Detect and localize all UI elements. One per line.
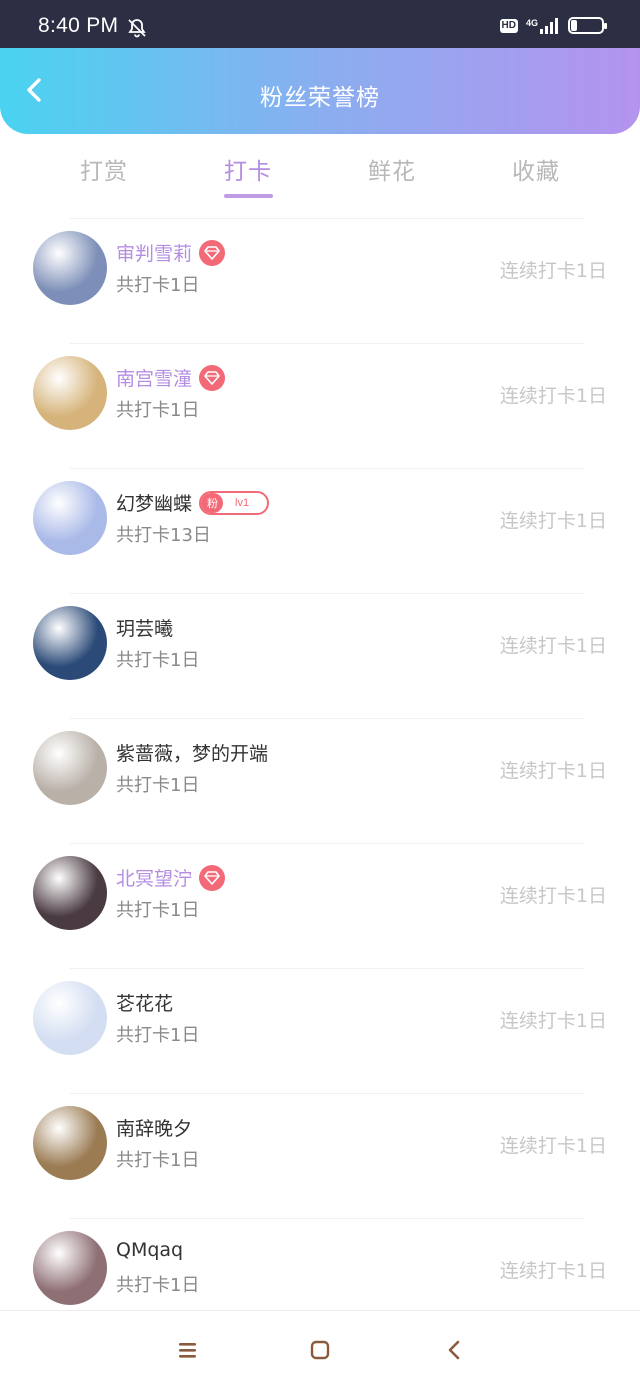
hd-badge: HD bbox=[499, 18, 518, 33]
row-divider bbox=[70, 1218, 584, 1219]
home-icon bbox=[310, 1340, 330, 1360]
system-back-button[interactable] bbox=[442, 1339, 466, 1361]
total-checkin-days: 共打卡1日 bbox=[116, 400, 200, 421]
row-divider bbox=[70, 343, 584, 344]
total-checkin-days: 共打卡1日 bbox=[116, 1025, 200, 1046]
list-item[interactable]: 北冥望泞共打卡1日 连续打卡1日 bbox=[0, 839, 640, 964]
row-divider bbox=[70, 468, 584, 469]
tab-bar: 打赏 打卡 鲜花 收藏 bbox=[0, 134, 640, 210]
page-title: 粉丝荣誉榜 bbox=[260, 85, 380, 111]
fan-name-text: 南辞晚夕 bbox=[116, 1118, 193, 1140]
fan-name: 玥芸曦 bbox=[116, 614, 173, 641]
total-checkin-days: 共打卡1日 bbox=[116, 1150, 200, 1171]
fan-name: 北冥望泞 bbox=[116, 864, 226, 891]
avatar[interactable] bbox=[33, 1231, 107, 1305]
home-button[interactable] bbox=[308, 1339, 332, 1361]
row-divider bbox=[70, 1093, 584, 1094]
total-checkin-days: 共打卡13日 bbox=[116, 525, 211, 546]
fan-name: 南辞晚夕 bbox=[116, 1114, 192, 1141]
avatar[interactable] bbox=[33, 731, 107, 805]
fan-name: 审判雪莉 bbox=[116, 239, 226, 266]
avatar[interactable] bbox=[33, 856, 107, 930]
tab-flowers[interactable]: 鲜花 bbox=[332, 152, 452, 186]
menu-button[interactable] bbox=[176, 1339, 200, 1361]
fan-name-text: 幻梦幽蝶 bbox=[116, 493, 193, 515]
diamond-icon bbox=[199, 864, 226, 891]
avatar[interactable] bbox=[33, 606, 107, 680]
battery-level: 19 bbox=[579, 19, 593, 32]
fan-badge-tag: 粉 bbox=[201, 492, 224, 513]
tab-checkin[interactable]: 打卡 bbox=[188, 152, 308, 186]
network-label: 4G bbox=[525, 17, 538, 28]
battery-fill bbox=[571, 20, 578, 31]
fan-name-text: QMqaq bbox=[116, 1239, 184, 1261]
list-item[interactable]: 南辞晚夕共打卡1日 连续打卡1日 bbox=[0, 1089, 640, 1214]
fan-name: QMqaq bbox=[116, 1239, 183, 1261]
fan-name: 幻梦幽蝶粉 lv1 bbox=[116, 489, 270, 516]
system-nav-bar bbox=[0, 1310, 640, 1387]
streak-checkin-days: 连续打卡1日 bbox=[499, 760, 607, 782]
fan-name: 南宫雪潼 bbox=[116, 364, 226, 391]
total-checkin-days: 共打卡1日 bbox=[116, 275, 200, 296]
row-divider bbox=[70, 968, 584, 969]
avatar[interactable] bbox=[33, 1106, 107, 1180]
row-divider bbox=[70, 843, 584, 844]
status-bar: 8:40 PM HD 4G 19 bbox=[0, 0, 640, 48]
fan-ranking-list: 审判雪莉 共打卡1日 连续打卡1日 南宫雪潼 共打卡1日 连续打卡1日 幻梦幽蝶粉 lv1 共打… bbox=[0, 214, 640, 1339]
signal-icon: 4G bbox=[525, 17, 560, 34]
fan-name-text: 芲花花 bbox=[116, 993, 174, 1015]
total-checkin-days: 共打卡1日 bbox=[116, 1275, 200, 1296]
list-item[interactable]: 芲花花共打卡1日 连续打卡1日 bbox=[0, 964, 640, 1089]
streak-checkin-days: 连续打卡1日 bbox=[499, 510, 607, 532]
tab-reward[interactable]: 打赏 bbox=[44, 152, 164, 186]
streak-checkin-days: 连续打卡1日 bbox=[499, 635, 607, 657]
list-item[interactable]: 玥芸曦共打卡1日 连续打卡1日 bbox=[0, 589, 640, 714]
fan-name-text: 紫蔷薇，梦的开端 bbox=[116, 743, 269, 765]
fan-name-text: 玥芸曦 bbox=[116, 618, 174, 640]
status-icons: HD 4G 19 bbox=[499, 17, 607, 34]
row-divider bbox=[70, 218, 584, 219]
list-item[interactable]: 紫蔷薇，梦的开端 共打卡1日 连续打卡1日 bbox=[0, 714, 640, 839]
streak-checkin-days: 连续打卡1日 bbox=[499, 1260, 607, 1282]
diamond-icon bbox=[199, 364, 226, 391]
menu-icon bbox=[179, 1343, 196, 1358]
row-divider bbox=[70, 718, 584, 719]
fan-level-badge: 粉 lv1 bbox=[199, 490, 270, 515]
total-checkin-days: 共打卡1日 bbox=[116, 775, 200, 796]
fan-name: 芲花花 bbox=[116, 989, 173, 1016]
battery-icon: 19 bbox=[568, 17, 607, 34]
list-item[interactable]: 南宫雪潼共打卡1日 连续打卡1日 bbox=[0, 339, 640, 464]
avatar[interactable] bbox=[33, 231, 107, 305]
avatar[interactable] bbox=[33, 981, 107, 1055]
fan-name-text: 审判雪莉 bbox=[116, 243, 193, 265]
streak-checkin-days: 连续打卡1日 bbox=[499, 1010, 607, 1032]
streak-checkin-days: 连续打卡1日 bbox=[499, 1135, 607, 1157]
total-checkin-days: 共打卡1日 bbox=[116, 900, 200, 921]
streak-checkin-days: 连续打卡1日 bbox=[499, 885, 607, 907]
active-tab-indicator bbox=[224, 194, 273, 198]
fan-badge-level: lv1 bbox=[235, 496, 250, 509]
avatar[interactable] bbox=[33, 356, 107, 430]
row-divider bbox=[70, 593, 584, 594]
bell-muted-icon bbox=[126, 17, 148, 43]
fan-name: 紫蔷薇，梦的开端 bbox=[116, 739, 268, 766]
total-checkin-days: 共打卡1日 bbox=[116, 650, 200, 671]
back-icon bbox=[448, 1340, 460, 1360]
tab-favorites[interactable]: 收藏 bbox=[476, 152, 596, 186]
fan-name-text: 北冥望泞 bbox=[116, 868, 193, 890]
list-item[interactable]: 幻梦幽蝶粉 lv1 共打卡13日 连续打卡1日 bbox=[0, 464, 640, 589]
list-item[interactable]: 审判雪莉共打卡1日 连续打卡1日 bbox=[0, 214, 640, 339]
status-time: 8:40 PM bbox=[38, 14, 119, 37]
fan-name-text: 南宫雪潼 bbox=[116, 368, 193, 390]
diamond-icon bbox=[199, 239, 226, 266]
avatar[interactable] bbox=[33, 481, 107, 555]
streak-checkin-days: 连续打卡1日 bbox=[499, 385, 607, 407]
streak-checkin-days: 连续打卡1日 bbox=[499, 260, 607, 282]
page-header: 粉丝荣誉榜 bbox=[0, 48, 640, 134]
